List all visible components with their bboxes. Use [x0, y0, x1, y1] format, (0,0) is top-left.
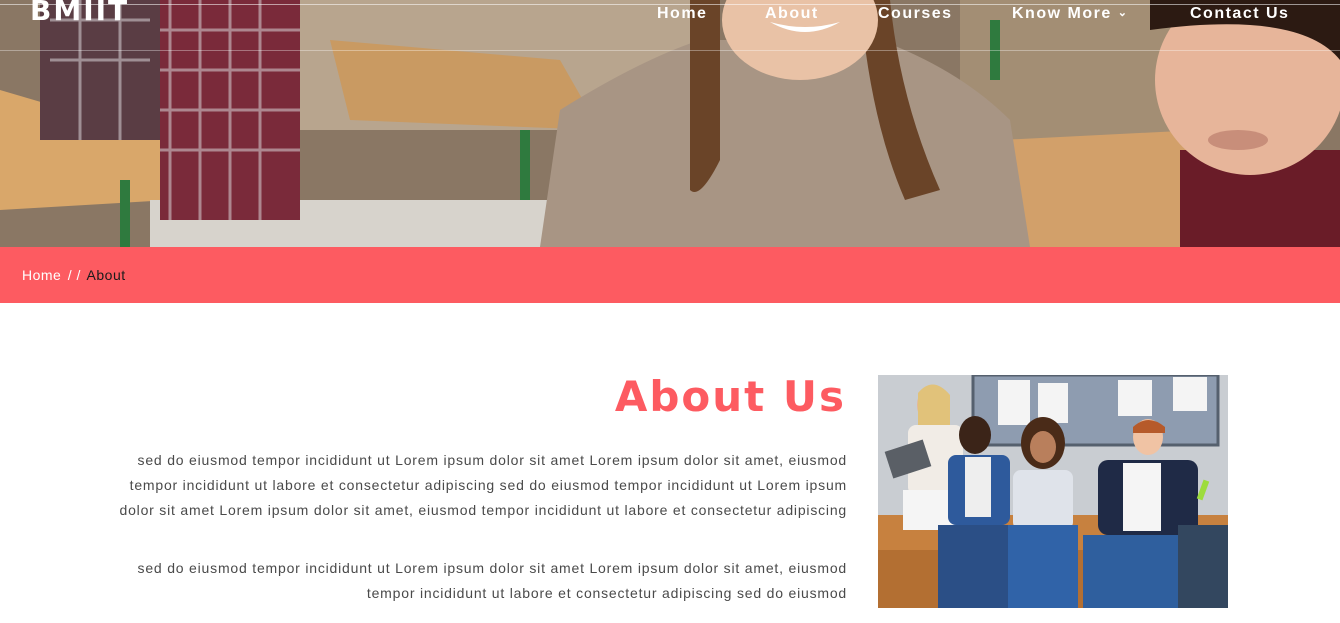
about-title: About Us [614, 372, 846, 421]
nav-item-about[interactable]: About [765, 5, 819, 23]
nav-divider [0, 50, 1340, 51]
breadcrumb-current: About [86, 267, 126, 283]
nav-item-know-more[interactable]: Know More ⌄ [1012, 5, 1128, 23]
about-students-photo [878, 375, 1228, 608]
chevron-down-icon: ⌄ [1117, 7, 1129, 19]
nav-item-courses[interactable]: Courses [878, 5, 953, 23]
hero-classroom-photo [0, 0, 1340, 247]
hero-banner: BMIIT Home About Courses Know More ⌄ Cont… [0, 0, 1340, 247]
nav-item-contact-us[interactable]: Contact Us [1190, 5, 1289, 23]
breadcrumb: Home / / About [22, 267, 126, 283]
about-paragraph-2: sed do eiusmod tempor incididunt ut Lore… [137, 560, 847, 601]
nav-item-know-more-label: Know More [1012, 5, 1112, 22]
site-logo[interactable]: BMIIT [30, 0, 129, 27]
nav-item-home[interactable]: Home [657, 5, 707, 23]
breadcrumb-bar: Home / / About [0, 247, 1340, 303]
breadcrumb-home-link[interactable]: Home [22, 267, 61, 283]
about-paragraph-1: sed do eiusmod tempor incididunt ut Lore… [119, 452, 847, 518]
breadcrumb-separator: / / [67, 267, 81, 283]
